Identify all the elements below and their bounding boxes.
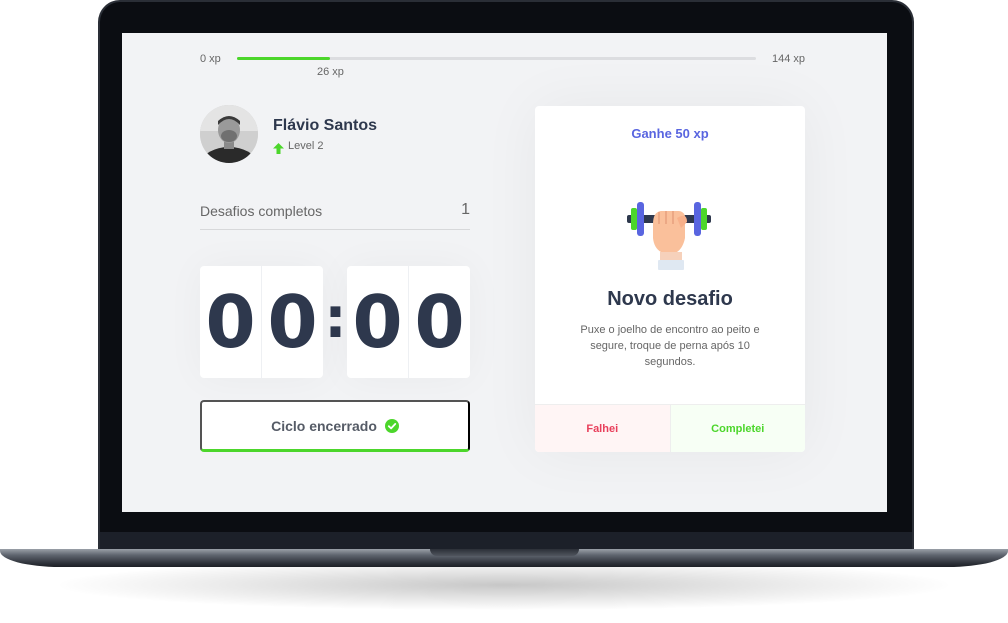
countdown-minutes: 0 0 [200,266,323,378]
profile-name: Flávio Santos [273,117,378,134]
challenge-title: Novo desafio [607,288,733,310]
challenge-card: Ganhe 50 xp Novo desafio Puxe o joelho d… [535,106,805,452]
laptop-shadow [60,560,948,610]
minute-digit-tens: 0 [205,280,256,364]
level-label: Level 2 [288,140,324,152]
challenge-failed-button[interactable]: Falhei [535,405,670,452]
xp-progress-track [237,57,756,60]
xp-min-label: 0 xp [200,53,221,65]
completed-challenges: Desafios completos 1 [200,199,470,230]
xp-current-label: 26 xp [317,66,344,78]
second-digit-units: 0 [408,266,470,378]
laptop-bezel-bottom [100,532,912,550]
countdown: 0 0 : 0 0 [200,266,470,378]
second-digit-tens: 0 [352,280,403,364]
minute-digit-units: 0 [261,266,323,378]
challenge-description: Puxe o joelho de encontro ao peito e seg… [580,324,760,368]
countdown-separator: : [324,286,347,351]
avatar-photo [200,105,258,163]
challenge-reward: Ganhe 50 xp [631,126,709,141]
cycle-ended-label: Ciclo encerrado [271,417,377,434]
level-row: Level 2 [273,140,324,154]
challenge-completed-button[interactable]: Completei [669,405,805,452]
arrow-up-icon [273,141,284,154]
laptop-notch [430,549,579,556]
app-screen: 0 xp 26 xp 144 xp Flávio Santos Level 2 … [122,33,887,512]
experience-bar: 0 xp 26 xp 144 xp [122,33,887,93]
profile: Flávio Santos Level 2 [200,105,470,165]
dumbbell-icon [621,198,717,274]
challenge-actions: Falhei Completei [535,404,805,452]
completed-challenges-count: 1 [461,201,470,218]
completed-challenges-label: Desafios completos [200,203,323,219]
xp-max-label: 144 xp [772,53,806,65]
avatar [200,105,258,163]
cycle-ended-button[interactable]: Ciclo encerrado [200,400,470,452]
check-circle-icon [384,418,399,433]
countdown-seconds: 0 0 [347,266,470,378]
xp-progress-fill [237,57,331,60]
